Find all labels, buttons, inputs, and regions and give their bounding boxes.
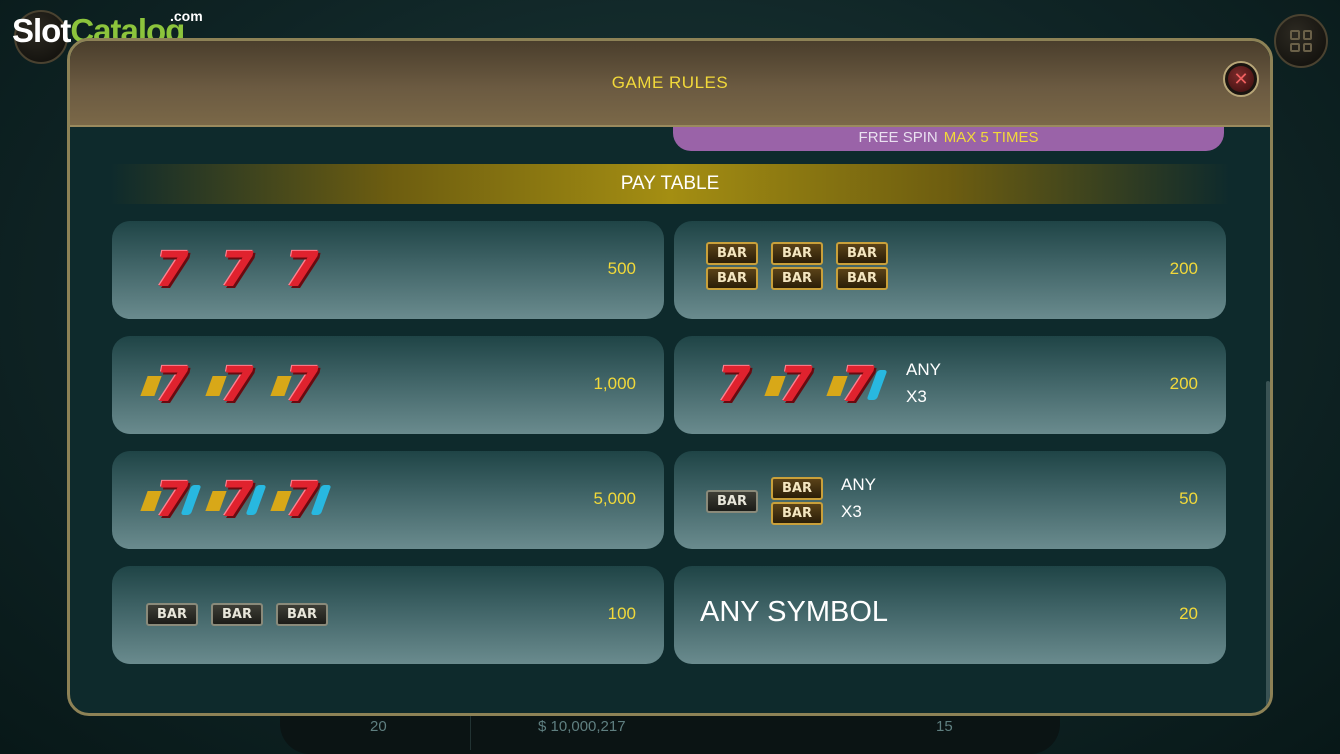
payout-value: 500	[607, 259, 636, 278]
any-x3-label: ANY X3	[841, 475, 876, 521]
paytable-row: 7 7 7 ANY X3 200	[674, 336, 1226, 434]
close-button[interactable]: ✕	[1223, 61, 1259, 97]
paytable-row: 7 7 7 500	[112, 221, 664, 319]
grid-menu-button[interactable]	[1274, 14, 1328, 68]
any-symbol-label: ANY SYMBOL	[700, 596, 889, 628]
paytable-row: BAR BAR BAR BAR BAR BAR 200	[674, 221, 1226, 319]
free-spin-value: MAX 5 TIMES	[943, 129, 1039, 146]
free-spin-label: FREE SPIN	[858, 129, 938, 146]
payout-value: 200	[1169, 374, 1198, 393]
bet-value: 20	[370, 718, 387, 735]
paytable-row: BAR BAR BAR ANY X3 50	[674, 451, 1226, 549]
rules-scroll-area[interactable]: FREE SPIN MAX 5 TIMES PAY TABLE 7 7 7 500…	[70, 127, 1270, 713]
any-x3-label: ANY X3	[906, 360, 941, 406]
payout-value: 5,000	[593, 489, 636, 508]
paytable-title: PAY TABLE	[110, 164, 1230, 204]
payout-value: 100	[607, 604, 636, 623]
grid-icon	[1290, 30, 1312, 52]
game-rules-modal: GAME RULES ✕ FREE SPIN MAX 5 TIMES PAY TA…	[67, 38, 1273, 716]
paytable-row: 7 7 7 1,000	[112, 336, 664, 434]
balance-value: $ 10,000,217	[538, 718, 626, 735]
close-icon: ✕	[1228, 66, 1254, 92]
lines-value: 15	[936, 718, 953, 735]
payout-value: 200	[1169, 259, 1198, 278]
modal-header: GAME RULES ✕	[70, 41, 1270, 127]
scrollbar[interactable]	[1266, 381, 1270, 713]
free-spin-banner: FREE SPIN MAX 5 TIMES	[673, 127, 1224, 151]
paytable-row: ANY SYMBOL 20	[674, 566, 1226, 664]
modal-title: GAME RULES	[611, 73, 729, 92]
paytable-row: 7 7 7 5,000	[112, 451, 664, 549]
payout-value: 1,000	[593, 374, 636, 393]
payout-value: 20	[1179, 604, 1198, 623]
payout-value: 50	[1179, 489, 1198, 508]
paytable-row: BAR BAR BAR 100	[112, 566, 664, 664]
